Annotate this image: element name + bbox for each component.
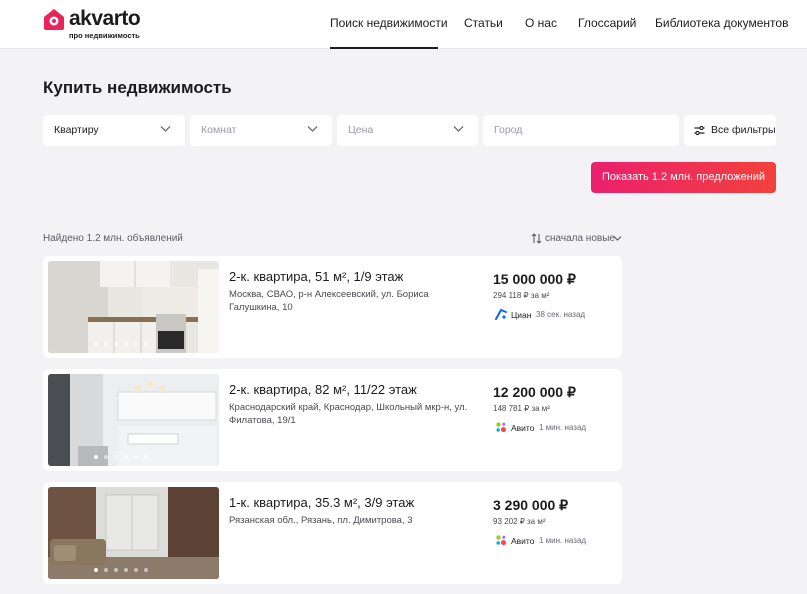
listing-card[interactable]: 1-к. квартира, 35.3 м², 3/9 этаж Рязанск… [43, 482, 622, 584]
logo-tagline: про недвижимость [69, 31, 140, 40]
nav-active-indicator [330, 47, 438, 49]
all-filters-label: Все фильтры [711, 124, 776, 136]
property-type-select[interactable]: Квартиру [43, 115, 185, 146]
listing-time: 38 сек. назад [536, 310, 586, 319]
results-count: Найдено 1.2 млн. объявлений [43, 233, 183, 244]
listing-card[interactable]: 2-к. квартира, 82 м², 11/22 этаж Краснод… [43, 369, 622, 471]
listing-price: 12 200 000 ₽ [493, 384, 576, 400]
logo-name: akvarto [69, 7, 141, 30]
source-name: Циан [511, 310, 532, 320]
nav-search[interactable]: Поиск недвижимости [330, 16, 448, 30]
nav-about[interactable]: О нас [525, 16, 557, 30]
filter-sliders-icon [694, 125, 705, 136]
nav-articles[interactable]: Статьи [464, 16, 503, 30]
page-title: Купить недвижимость [43, 78, 232, 97]
listing-price-per-m2: 93 202 ₽ за м² [493, 517, 546, 526]
listing-time: 1 мин. назад [539, 536, 587, 545]
avito-icon [496, 535, 506, 546]
sort-arrows-icon [531, 233, 542, 244]
listing-photo-kitchen[interactable] [48, 374, 219, 466]
chevron-down-icon [453, 126, 464, 132]
listing-title[interactable]: 1-к. квартира, 35.3 м², 3/9 этаж [229, 495, 414, 510]
property-type-value: Квартиру [54, 124, 99, 136]
rooms-select[interactable]: Комнат [190, 115, 332, 146]
sort-label: сначала новые [545, 233, 615, 244]
price-placeholder: Цена [348, 124, 374, 136]
house-logo-icon [44, 9, 64, 30]
site-header: akvarto про недвижимость Поиск недвижимо… [0, 0, 807, 49]
show-results-button[interactable]: Показать 1.2 млн. предложений [591, 162, 776, 193]
listing-price-per-m2: 148 781 ₽ за м² [493, 404, 550, 413]
chevron-down-icon [613, 236, 622, 241]
listing-address: Рязанская обл., Рязань, пл. Димитрова, 3 [229, 515, 413, 526]
city-placeholder: Город [494, 124, 523, 136]
chevron-down-icon [160, 126, 171, 132]
listing-price: 15 000 000 ₽ [493, 271, 576, 287]
nav-glossary[interactable]: Глоссарий [578, 16, 636, 30]
chevron-down-icon [307, 126, 318, 132]
listing-address: Москва, СВАО, р-н Алексеевский, ул. Бори… [229, 289, 429, 313]
nav-documents[interactable]: Библиотека документов [655, 16, 788, 30]
listing-photo-room[interactable] [48, 487, 219, 579]
listing-card[interactable]: 2-к. квартира, 51 м², 1/9 этаж Москва, С… [43, 256, 622, 358]
listing-title[interactable]: 2-к. квартира, 82 м², 11/22 этаж [229, 382, 417, 397]
logo[interactable]: akvarto про недвижимость [42, 7, 152, 41]
listing-price: 3 290 000 ₽ [493, 497, 569, 513]
listing-title[interactable]: 2-к. квартира, 51 м², 1/9 этаж [229, 269, 403, 284]
cian-icon [495, 308, 507, 320]
source-name: Авито [511, 423, 535, 433]
avito-icon [496, 422, 506, 433]
listing-price-per-m2: 294 118 ₽ за м² [493, 291, 550, 300]
all-filters-button[interactable]: Все фильтры [684, 115, 776, 146]
listing-photo-kitchen[interactable] [48, 261, 219, 353]
source-name: Авито [511, 536, 535, 546]
listing-address: Краснодарский край, Краснодар, Школьный … [229, 402, 468, 426]
price-select[interactable]: Цена [337, 115, 478, 146]
city-input[interactable]: Город [483, 115, 679, 146]
rooms-placeholder: Комнат [201, 124, 237, 136]
listing-time: 1 мин. назад [539, 423, 587, 432]
